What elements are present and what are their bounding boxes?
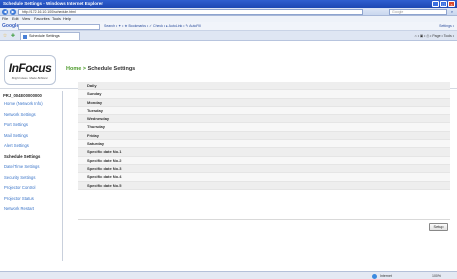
logo-text: InFocus (8, 61, 52, 75)
schedule-row-thursday[interactable]: Thursday (78, 123, 450, 132)
globe-icon (372, 273, 377, 279)
sidebar-item-home[interactable]: Home (Network Info) (0, 99, 62, 110)
sidebar-item-security-settings[interactable]: Security Settings (0, 173, 62, 184)
tab-schedule-settings[interactable]: Schedule Settings (20, 32, 80, 40)
project-name: PRJ_004E00000000 (3, 93, 42, 98)
search-input[interactable]: Google (389, 9, 447, 15)
sidebar-item-network-settings[interactable]: Network Settings (0, 110, 62, 121)
schedule-row-friday[interactable]: Friday (78, 131, 450, 141)
sidebar-divider (62, 91, 63, 261)
window-controls: _ □ × (432, 1, 455, 7)
sidebar-item-datetime-settings[interactable]: Date/Time Settings (0, 162, 62, 173)
logo-tagline: Bright ideas. Made Brilliant. (11, 76, 49, 80)
menu-tools[interactable]: Tools (52, 17, 61, 21)
search-icon[interactable]: ⌕ (449, 9, 455, 15)
schedule-row-sunday[interactable]: Sunday (78, 90, 450, 99)
window-title: Schedule Settings - Windows Internet Exp… (3, 1, 103, 6)
tab-bar: ☆ ✚ Schedule Settings ⌂ • ▣ • ⎙ • Page •… (0, 31, 457, 41)
schedule-row-specific-4[interactable]: Specific date No.4 (78, 173, 450, 182)
schedule-row-daily[interactable]: Daily (78, 82, 450, 91)
status-bar: Internet 100% (0, 271, 457, 279)
window-titlebar: Schedule Settings - Windows Internet Exp… (0, 0, 457, 8)
favorites-star-icon[interactable]: ☆ (2, 33, 8, 39)
forward-button[interactable]: ▶ (10, 9, 16, 15)
sidebar-item-schedule-settings[interactable]: Schedule Settings (0, 152, 62, 163)
menu-favorites[interactable]: Favorites (34, 17, 50, 21)
schedule-row-monday[interactable]: Monday (78, 98, 450, 107)
sidebar-item-mail-settings[interactable]: Mail Settings (0, 131, 62, 142)
sidebar-item-projector-status[interactable]: Projector Status (0, 194, 62, 205)
google-toolbar-buttons[interactable]: Search • ✦ • ★ Bookmarks • ✓ Check • ▸ A… (104, 24, 201, 28)
page-title: Schedule Settings (87, 66, 136, 72)
google-logo: Google (2, 23, 20, 29)
zoom-level[interactable]: 100% (432, 274, 441, 278)
schedule-list: Daily Sunday Monday Tuesday Wednesday Th… (78, 82, 450, 190)
address-bar: ◀ ▶ http://172.16.10.100/schedule.html G… (0, 8, 457, 16)
sidebar-item-network-restart[interactable]: Network Restart (0, 204, 62, 215)
sidebar: PRJ_004E00000000 Home (Network Info) Net… (0, 91, 62, 215)
schedule-row-tuesday[interactable]: Tuesday (78, 106, 450, 116)
schedule-row-specific-2[interactable]: Specific date No.2 (78, 156, 450, 165)
schedule-row-specific-3[interactable]: Specific date No.3 (78, 164, 450, 174)
sidebar-item-projector-control[interactable]: Projector Control (0, 183, 62, 194)
menu-edit[interactable]: Edit (12, 17, 19, 21)
schedule-row-saturday[interactable]: Saturday (78, 140, 450, 149)
tab-label: Schedule Settings (29, 34, 60, 38)
close-button[interactable]: × (448, 1, 455, 7)
infocus-logo: InFocus Bright ideas. Made Brilliant. (4, 55, 56, 85)
schedule-row-specific-1[interactable]: Specific date No.1 (78, 148, 450, 157)
back-button[interactable]: ◀ (2, 9, 8, 15)
add-favorites-icon[interactable]: ✚ (10, 33, 16, 39)
google-settings-button[interactable]: Settings • (439, 24, 454, 28)
schedule-row-specific-5[interactable]: Specific date No.5 (78, 181, 450, 190)
minimize-button[interactable]: _ (432, 1, 439, 7)
menu-help[interactable]: Help (63, 17, 71, 21)
breadcrumb: Home > Schedule Settings (66, 66, 135, 72)
menu-view[interactable]: View (22, 17, 30, 21)
schedule-row-wednesday[interactable]: Wednesday (78, 115, 450, 124)
google-toolbar: Google Search • ✦ • ★ Bookmarks • ✓ Chec… (0, 22, 457, 31)
sidebar-item-port-settings[interactable]: Port Settings (0, 120, 62, 131)
page-icon (23, 34, 27, 39)
command-bar[interactable]: ⌂ • ▣ • ⎙ • Page • Tools • (415, 34, 454, 38)
setup-button[interactable]: Setup (429, 223, 448, 231)
security-zone[interactable]: Internet (380, 274, 392, 278)
button-divider (78, 219, 450, 220)
google-search-input[interactable] (18, 23, 100, 30)
page-content: InFocus Bright ideas. Made Brilliant. Ho… (0, 41, 457, 271)
menu-file[interactable]: File (2, 17, 8, 21)
maximize-button[interactable]: □ (440, 1, 447, 7)
breadcrumb-home-link[interactable]: Home (66, 66, 81, 72)
sidebar-item-alert-settings[interactable]: Alert Settings (0, 141, 62, 152)
url-field[interactable]: http://172.16.10.100/schedule.html (18, 9, 363, 15)
